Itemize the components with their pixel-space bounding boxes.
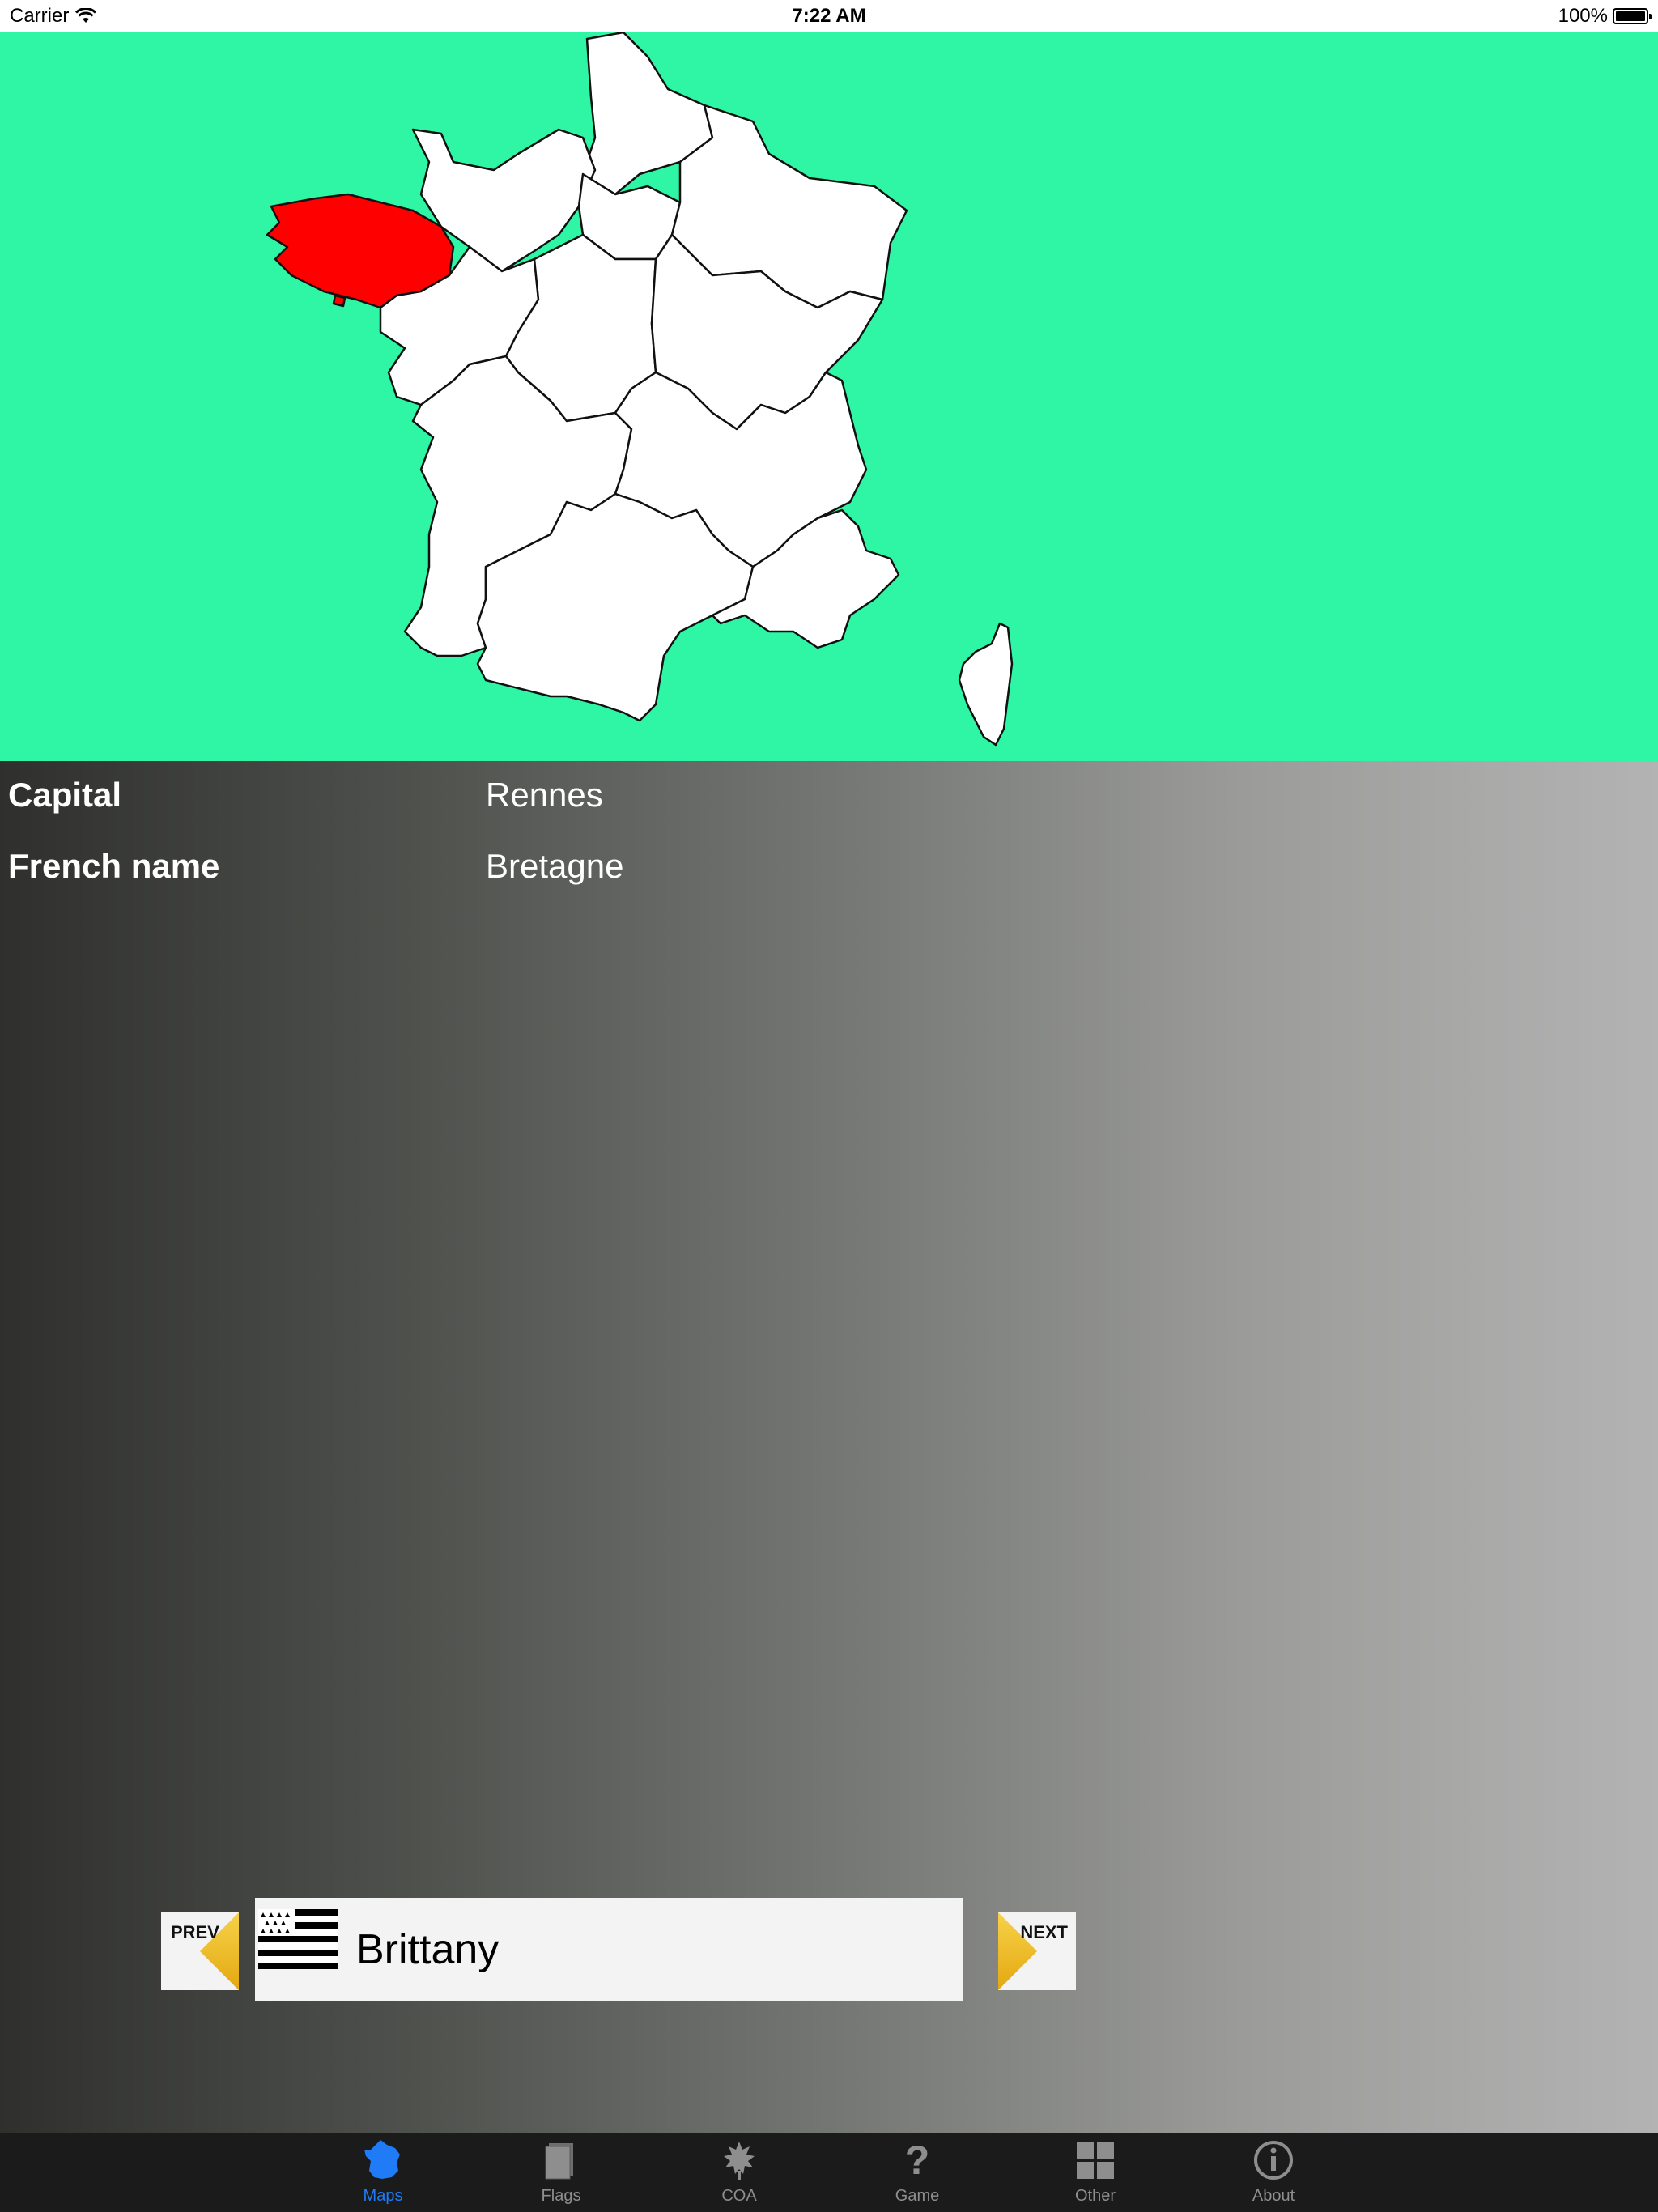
french-name-label: French name	[8, 847, 220, 885]
info-icon	[1254, 2141, 1293, 2180]
prev-button[interactable]: PREV	[161, 1912, 239, 1990]
tab-maps[interactable]: Maps	[326, 2133, 440, 2212]
map-region-corsica[interactable]	[958, 622, 1014, 747]
next-label: NEXT	[1020, 1922, 1068, 1942]
battery-icon	[1613, 8, 1652, 24]
question-mark-icon: ?	[905, 2138, 930, 2182]
map-svg[interactable]	[0, 32, 1658, 761]
map-region-brittany-island[interactable]	[332, 294, 346, 308]
svg-text:?: ?	[905, 2138, 930, 2182]
tab-maps-label: Maps	[363, 2187, 403, 2205]
tab-flags-label: Flags	[541, 2187, 581, 2205]
status-time: 7:22 AM	[792, 5, 866, 27]
prev-label: PREV	[171, 1922, 219, 1942]
next-button[interactable]: NEXT	[998, 1912, 1076, 1990]
status-bar: Carrier 7:22 AM 100%	[0, 0, 1658, 32]
grid-icon	[1077, 2142, 1114, 2179]
region-name-display[interactable]: Brittany	[255, 1898, 963, 2001]
battery-percent: 100%	[1558, 5, 1608, 27]
tab-coa[interactable]: COA	[682, 2133, 796, 2212]
french-name-value: Bretagne	[486, 847, 624, 885]
details-panel: Capital Rennes French name Bretagne PREV	[0, 761, 1658, 2133]
france-map-icon	[364, 2140, 400, 2179]
tab-game[interactable]: ? Game	[861, 2133, 974, 2212]
tab-other[interactable]: Other	[1039, 2133, 1152, 2212]
battery-status: 100%	[1558, 5, 1652, 28]
region-name-label: Brittany	[356, 1926, 500, 1973]
tab-coa-label: COA	[721, 2187, 757, 2205]
capital-value: Rennes	[486, 776, 603, 814]
capital-label: Capital	[8, 776, 122, 814]
tab-about[interactable]: About	[1217, 2133, 1330, 2212]
brittany-flag-icon	[258, 1909, 338, 1969]
tab-flags[interactable]: Flags	[504, 2133, 618, 2212]
tab-other-label: Other	[1074, 2187, 1116, 2205]
tab-about-label: About	[1252, 2187, 1295, 2205]
tab-bar: Maps Flags COA ? Game Other About	[0, 2133, 1658, 2212]
coat-of-arms-icon	[724, 2142, 755, 2180]
flags-icon	[545, 2143, 573, 2180]
tab-game-label: Game	[895, 2187, 940, 2205]
france-regions-map[interactable]	[0, 32, 1658, 761]
